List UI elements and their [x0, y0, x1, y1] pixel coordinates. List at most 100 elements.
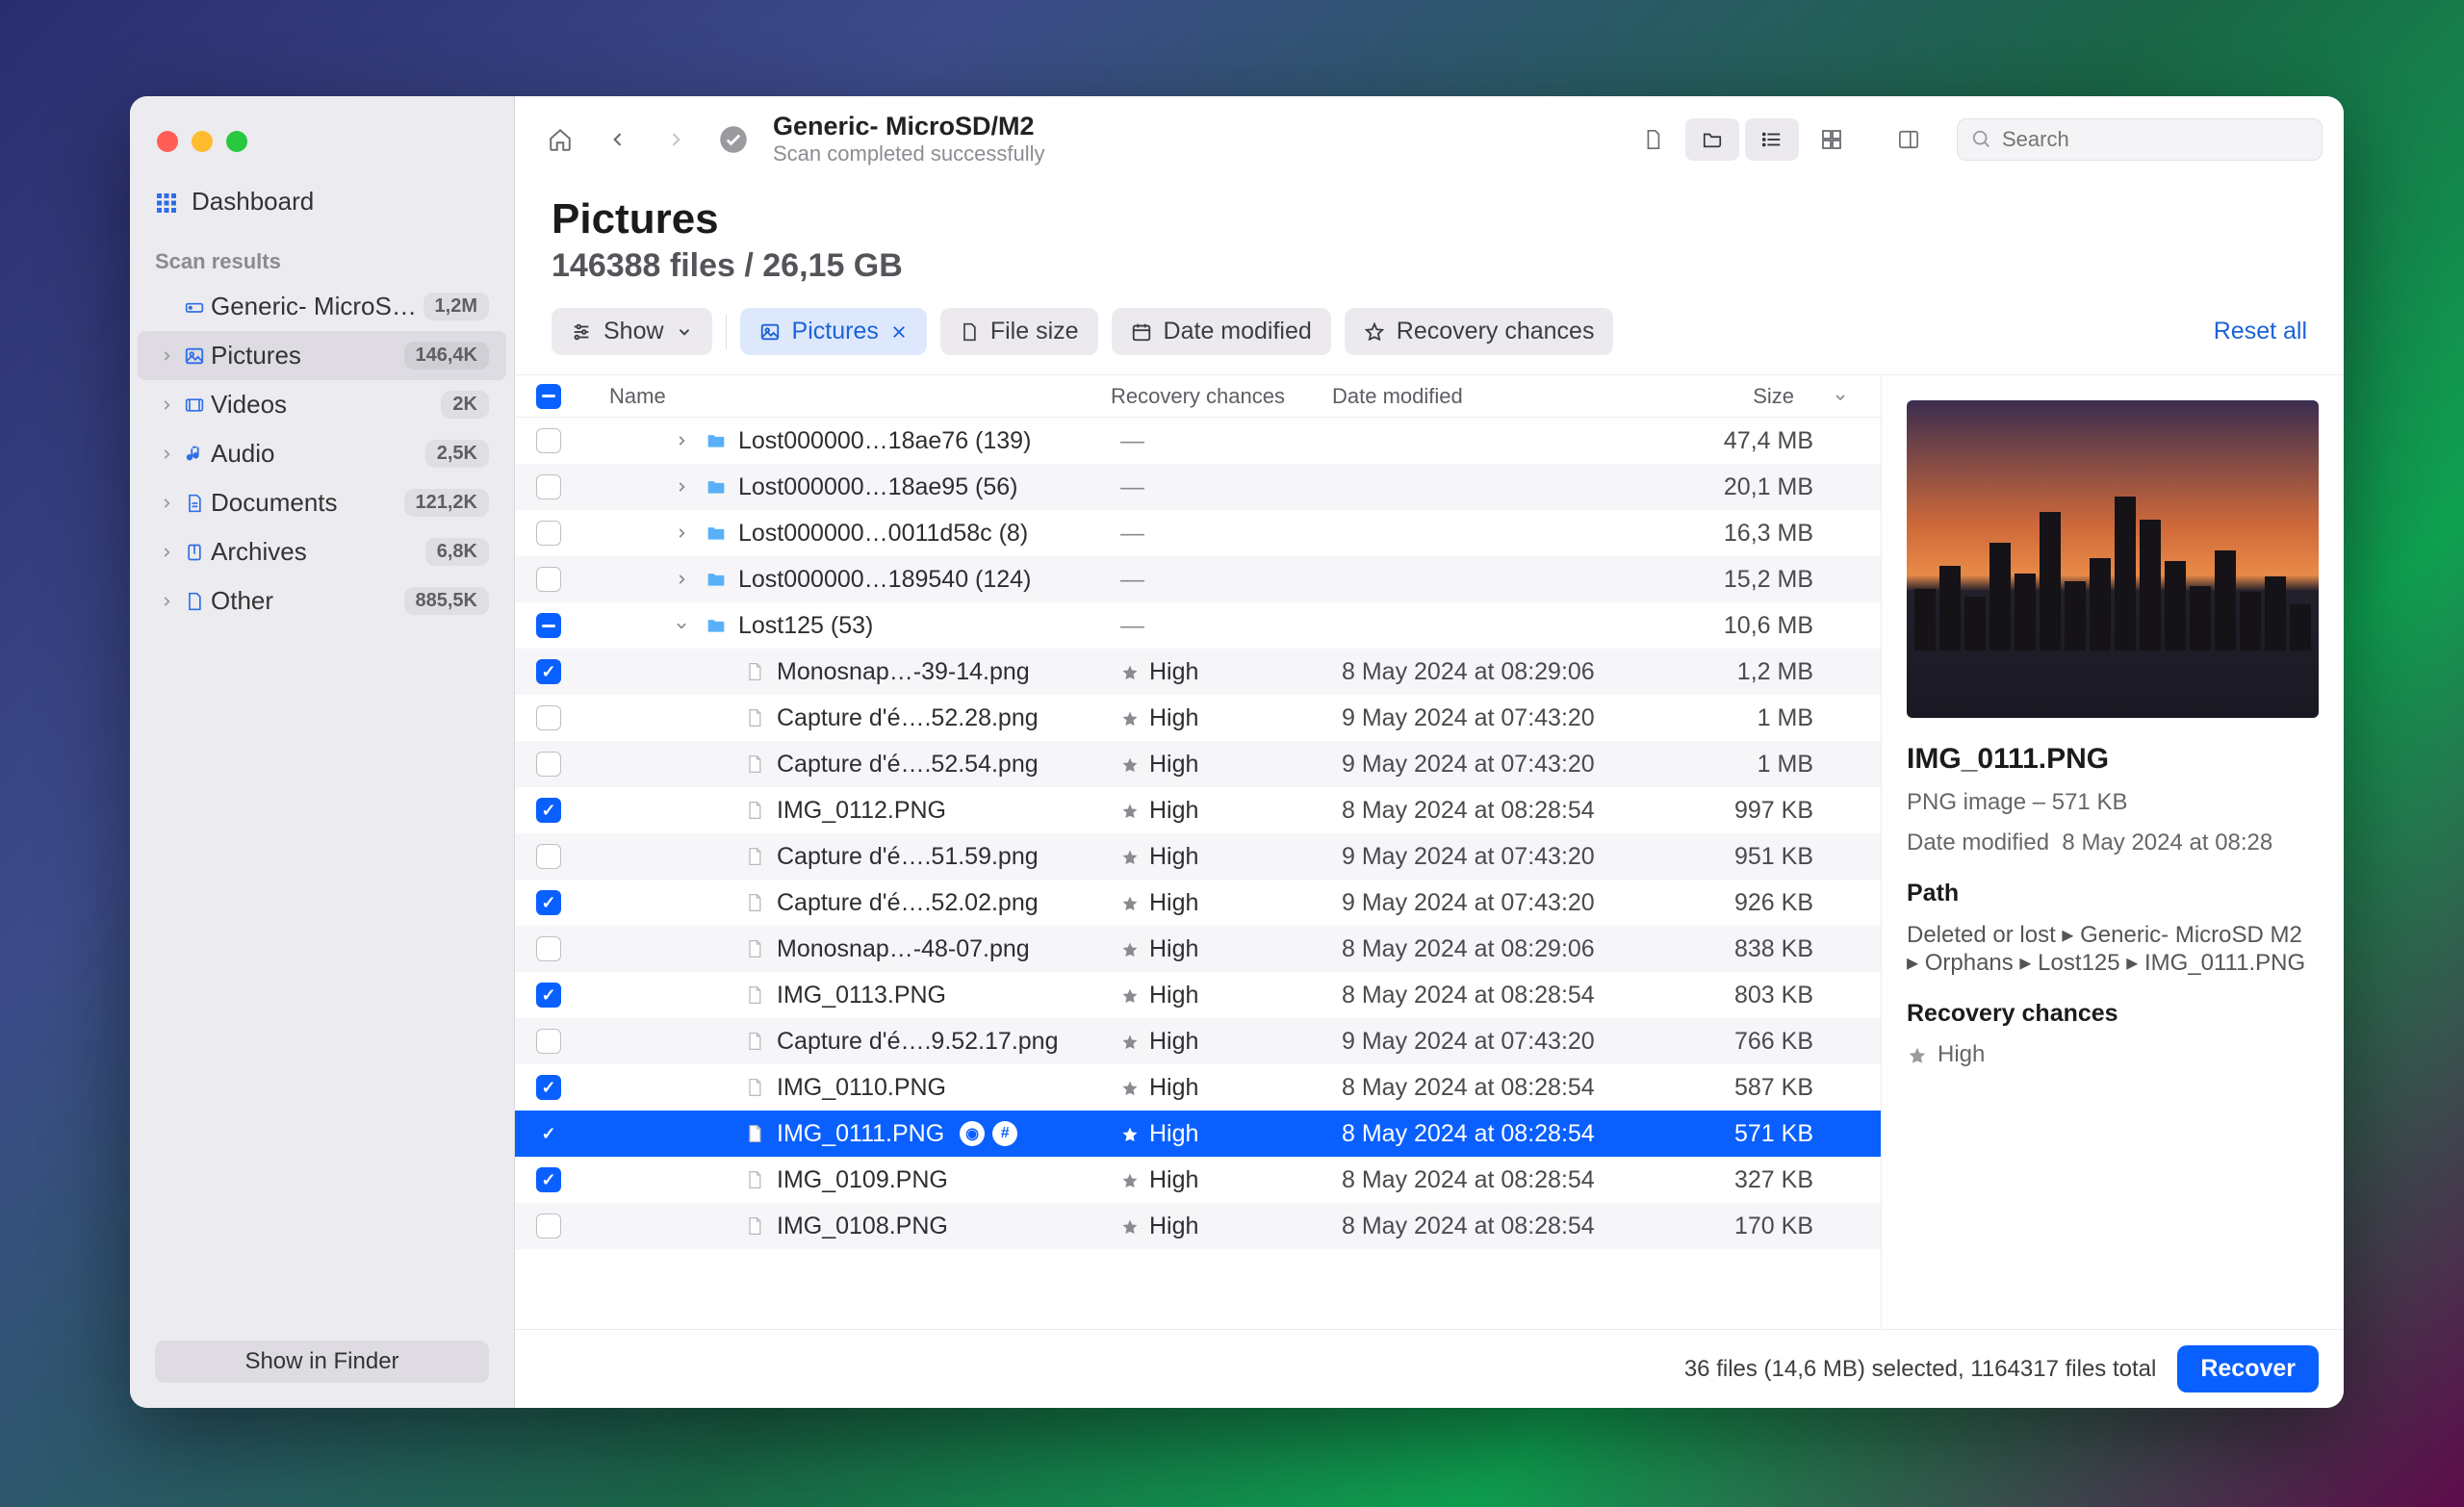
- row-checkbox[interactable]: [536, 844, 561, 869]
- column-recovery[interactable]: Recovery chances: [1111, 384, 1332, 409]
- row-checkbox[interactable]: [536, 983, 561, 1008]
- file-date: 8 May 2024 at 08:28:54: [1342, 1166, 1669, 1194]
- forward-button[interactable]: [652, 118, 700, 161]
- sidebar-section-title: Scan results: [130, 228, 514, 282]
- footer-bar: 36 files (14,6 MB) selected, 1164317 fil…: [515, 1329, 2344, 1408]
- column-name[interactable]: Name: [582, 384, 1111, 409]
- eye-icon[interactable]: ◉: [960, 1121, 985, 1146]
- sort-indicator[interactable]: [1833, 384, 1871, 409]
- row-checkbox[interactable]: [536, 890, 561, 915]
- sidebar-item-archive[interactable]: Archives 6,8K: [138, 527, 506, 576]
- hex-icon[interactable]: #: [992, 1121, 1017, 1146]
- show-filter-button[interactable]: Show: [552, 308, 712, 355]
- row-checkbox[interactable]: [536, 613, 561, 638]
- file-preview[interactable]: [1907, 400, 2319, 718]
- minimize-window-button[interactable]: [192, 131, 213, 152]
- row-checkbox[interactable]: [536, 521, 561, 546]
- row-checkbox[interactable]: [536, 1213, 561, 1239]
- expand-toggle[interactable]: [669, 480, 694, 494]
- file-date: 8 May 2024 at 08:28:54: [1342, 1074, 1669, 1102]
- folder-row[interactable]: Lost125 (53) — 10,6 MB: [515, 602, 1881, 649]
- home-button[interactable]: [536, 118, 584, 161]
- sidebar-item-drive[interactable]: Generic- MicroS… 1,2M: [138, 282, 506, 331]
- row-checkbox[interactable]: [536, 798, 561, 823]
- row-checkbox[interactable]: [536, 1029, 561, 1054]
- maximize-window-button[interactable]: [226, 131, 247, 152]
- column-size[interactable]: Size: [1659, 384, 1833, 409]
- row-checkbox[interactable]: [536, 428, 561, 453]
- star-icon: [1120, 751, 1140, 779]
- file-row[interactable]: IMG_0112.PNG High 8 May 2024 at 08:28:54…: [515, 787, 1881, 833]
- expand-toggle[interactable]: [669, 434, 694, 447]
- recovery-label: High: [1149, 889, 1198, 917]
- select-all-checkbox[interactable]: [536, 384, 561, 409]
- file-row[interactable]: IMG_0109.PNG High 8 May 2024 at 08:28:54…: [515, 1157, 1881, 1203]
- row-checkbox[interactable]: [536, 936, 561, 961]
- view-folder-button[interactable]: [1685, 118, 1739, 161]
- recover-button[interactable]: Recover: [2177, 1345, 2319, 1392]
- pictures-filter-chip[interactable]: Pictures: [740, 308, 927, 355]
- star-icon: [1120, 704, 1140, 732]
- search-box[interactable]: [1957, 118, 2323, 161]
- search-input[interactable]: [2002, 127, 2308, 152]
- row-checkbox[interactable]: [536, 567, 561, 592]
- back-button[interactable]: [594, 118, 642, 161]
- star-icon: [1907, 1041, 1928, 1068]
- star-icon: [1120, 658, 1140, 686]
- file-size: 1,2 MB: [1669, 658, 1842, 686]
- file-date: 9 May 2024 at 07:43:20: [1342, 1028, 1669, 1056]
- file-icon: [742, 845, 767, 868]
- toggle-details-button[interactable]: [1882, 118, 1936, 161]
- dashboard-nav-item[interactable]: Dashboard: [130, 175, 514, 228]
- view-grid-button[interactable]: [1805, 118, 1859, 161]
- show-in-finder-button[interactable]: Show in Finder: [155, 1341, 489, 1383]
- details-recov-label: Recovery chances: [1907, 1000, 2319, 1028]
- reset-all-link[interactable]: Reset all: [2214, 318, 2307, 345]
- sidebar-item-other[interactable]: Other 885,5K: [138, 576, 506, 626]
- row-checkbox[interactable]: [536, 705, 561, 730]
- sidebar-item-audio[interactable]: Audio 2,5K: [138, 429, 506, 478]
- chevron-right-icon: [155, 497, 178, 510]
- view-document-button[interactable]: [1626, 118, 1680, 161]
- close-window-button[interactable]: [157, 131, 178, 152]
- expand-toggle[interactable]: [669, 573, 694, 586]
- sidebar: Dashboard Scan results Generic- MicroS… …: [130, 96, 515, 1408]
- sidebar-item-picture[interactable]: Pictures 146,4K: [138, 331, 506, 380]
- file-row[interactable]: IMG_0113.PNG High 8 May 2024 at 08:28:54…: [515, 972, 1881, 1018]
- file-row[interactable]: Capture d'é….9.52.17.png High 9 May 2024…: [515, 1018, 1881, 1064]
- row-checkbox[interactable]: [536, 659, 561, 684]
- file-row[interactable]: Capture d'é….52.54.png High 9 May 2024 a…: [515, 741, 1881, 787]
- close-icon[interactable]: [890, 318, 908, 345]
- file-name: IMG_0111.PNG: [777, 1120, 944, 1148]
- folder-row[interactable]: Lost000000…0011d58c (8) — 16,3 MB: [515, 510, 1881, 556]
- file-row[interactable]: Capture d'é….52.02.png High 9 May 2024 a…: [515, 880, 1881, 926]
- view-list-button[interactable]: [1745, 118, 1799, 161]
- file-date: 8 May 2024 at 08:28:54: [1342, 1120, 1669, 1148]
- file-row[interactable]: Monosnap…-39-14.png High 8 May 2024 at 0…: [515, 649, 1881, 695]
- file-row[interactable]: Capture d'é….51.59.png High 9 May 2024 a…: [515, 833, 1881, 880]
- file-row[interactable]: Capture d'é….52.28.png High 9 May 2024 a…: [515, 695, 1881, 741]
- file-row[interactable]: Monosnap…-48-07.png High 8 May 2024 at 0…: [515, 926, 1881, 972]
- row-checkbox[interactable]: [536, 1121, 561, 1146]
- row-checkbox[interactable]: [536, 1075, 561, 1100]
- file-row[interactable]: IMG_0110.PNG High 8 May 2024 at 08:28:54…: [515, 1064, 1881, 1111]
- recovery-chances-filter-button[interactable]: Recovery chances: [1345, 308, 1614, 355]
- toolbar-subtitle: Scan completed successfully: [773, 141, 1044, 166]
- file-size-filter-button[interactable]: File size: [940, 308, 1098, 355]
- column-date[interactable]: Date modified: [1332, 384, 1659, 409]
- details-filename: IMG_0111.PNG: [1907, 743, 2319, 776]
- folder-row[interactable]: Lost000000…18ae76 (139) — 47,4 MB: [515, 418, 1881, 464]
- sidebar-item-document[interactable]: Documents 121,2K: [138, 478, 506, 527]
- folder-row[interactable]: Lost000000…189540 (124) — 15,2 MB: [515, 556, 1881, 602]
- row-checkbox[interactable]: [536, 752, 561, 777]
- row-checkbox[interactable]: [536, 474, 561, 499]
- sidebar-item-video[interactable]: Videos 2K: [138, 380, 506, 429]
- file-row[interactable]: IMG_0108.PNG High 8 May 2024 at 08:28:54…: [515, 1203, 1881, 1249]
- expand-toggle[interactable]: [669, 526, 694, 540]
- row-checkbox[interactable]: [536, 1167, 561, 1192]
- expand-toggle[interactable]: [675, 613, 688, 638]
- file-row[interactable]: IMG_0111.PNG◉# High 8 May 2024 at 08:28:…: [515, 1111, 1881, 1157]
- date-modified-filter-button[interactable]: Date modified: [1112, 308, 1331, 355]
- folder-row[interactable]: Lost000000…18ae95 (56) — 20,1 MB: [515, 464, 1881, 510]
- header-checkbox-cell[interactable]: [515, 384, 582, 409]
